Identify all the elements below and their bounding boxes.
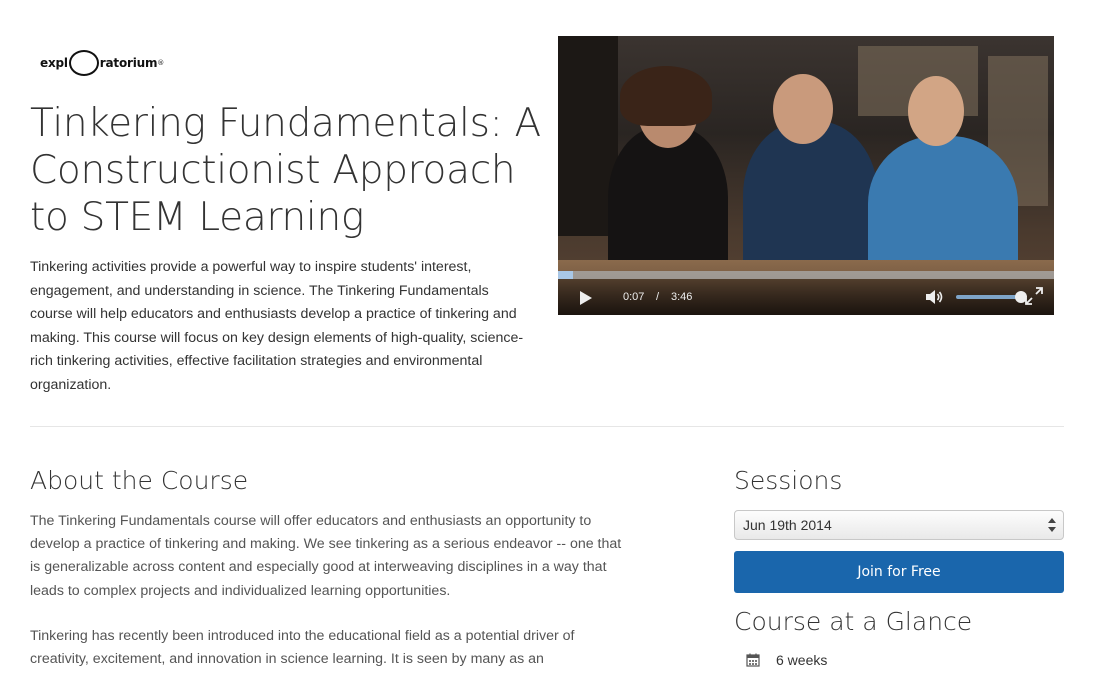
glance-item-text: 6 weeks [776, 652, 828, 668]
video-scene-hair [620, 66, 712, 126]
course-page: expl ratorium ® Tinkering Fundamentals: … [0, 0, 1094, 674]
session-select-value: Jun 19th 2014 [743, 517, 832, 533]
video-progress-fill [558, 271, 573, 279]
exploratorium-logo[interactable]: expl ratorium ® [40, 50, 164, 76]
video-duration: 3:46 [671, 291, 693, 303]
calendar-icon [746, 653, 760, 667]
video-current-time: 0:07 [623, 291, 645, 303]
video-progress-bar[interactable] [558, 271, 1054, 279]
course-intro: Tinkering activities provide a powerful … [30, 259, 524, 393]
join-for-free-button[interactable]: Join for Free [734, 551, 1064, 593]
select-arrows-icon [1048, 518, 1056, 532]
logo-registered-mark: ® [157, 59, 165, 67]
fullscreen-icon[interactable] [1025, 287, 1043, 305]
sessions-heading: Sessions [734, 466, 843, 495]
logo-ring-icon [68, 50, 99, 76]
video-scene-head [908, 76, 964, 146]
play-icon[interactable] [580, 291, 592, 305]
section-divider [30, 426, 1064, 427]
video-time-separator: / [656, 291, 660, 303]
session-select[interactable]: Jun 19th 2014 [734, 510, 1064, 540]
video-scene-head [773, 74, 833, 144]
about-paragraph-2: Tinkering has recently been introduced i… [30, 628, 575, 668]
volume-icon[interactable] [925, 289, 945, 305]
about-paragraph-1: The Tinkering Fundamentals course will o… [30, 513, 622, 599]
video-player[interactable]: 0:07 / 3:46 [558, 36, 1054, 315]
logo-text-right: ratorium [99, 56, 158, 70]
about-heading: About the Course [30, 466, 249, 495]
course-title: Tinkering Fundamentals: A Constructionis… [30, 101, 541, 240]
glance-item-duration: 6 weeks [746, 652, 827, 668]
glance-heading: Course at a Glance [734, 607, 973, 636]
logo-text-left: expl [40, 56, 68, 70]
volume-slider[interactable] [956, 291, 1027, 303]
